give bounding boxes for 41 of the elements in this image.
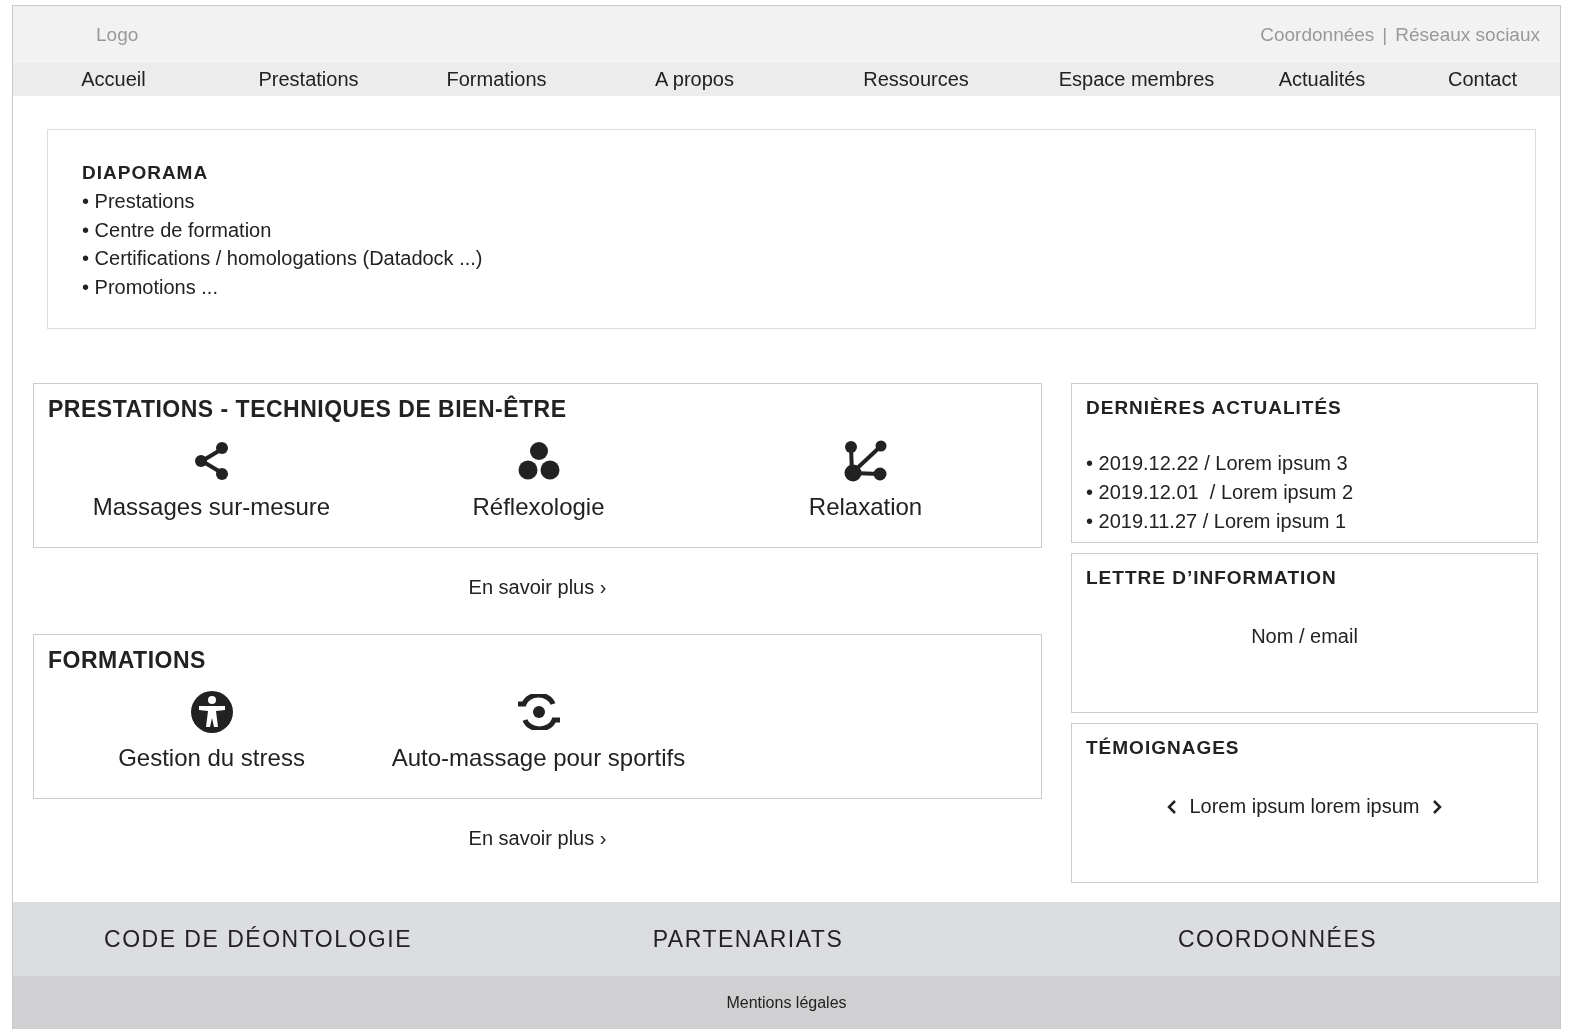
slideshow-item: • Centre de formation bbox=[82, 217, 273, 243]
news-item[interactable]: • 2019.11.27 / Lorem ipsum 1 bbox=[1086, 507, 1523, 536]
slideshow-title: DIAPORAMA bbox=[82, 162, 210, 184]
nav-link[interactable]: Ressources bbox=[863, 68, 969, 91]
footer-link[interactable]: PARTENARIATS bbox=[652, 925, 844, 953]
news-item[interactable]: • 2019.12.22 / Lorem ipsum 3 bbox=[1086, 449, 1523, 478]
nav-link[interactable]: Prestations bbox=[258, 68, 359, 91]
chevron-left-icon[interactable] bbox=[1167, 798, 1178, 815]
three-dots-icon bbox=[516, 441, 561, 481]
slideshow-item: • Certifications / homologations (Datadock ...) bbox=[82, 246, 484, 271]
footer-link[interactable]: COORDONNÉES bbox=[1177, 925, 1378, 953]
service-label: Gestion du stress bbox=[118, 744, 305, 772]
news-item[interactable]: • 2019.12.01 / Lorem ipsum 2 bbox=[1086, 478, 1523, 507]
panel-title: DERNIÈRES ACTUALITÉS bbox=[1086, 397, 1343, 419]
email-input-field[interactable]: Nom / email bbox=[1184, 625, 1425, 648]
slideshow-item: • Prestations bbox=[82, 189, 196, 214]
section-title: PRESTATIONS - TECHNIQUES DE BIEN-ÊTRE bbox=[48, 396, 568, 423]
read-more-link[interactable]: En savoir plus › bbox=[468, 799, 607, 885]
service-label: Massages sur-mesure bbox=[92, 493, 331, 521]
nav-link[interactable]: Accueil bbox=[81, 68, 146, 91]
service-label: Auto-massage pour sportifs bbox=[391, 744, 686, 772]
chevron-right-icon[interactable] bbox=[1431, 798, 1442, 815]
node-graph-icon bbox=[842, 439, 889, 483]
legal-link[interactable]: Mentions légales bbox=[726, 993, 847, 1012]
link-separator: | bbox=[1382, 23, 1388, 46]
nav-link[interactable]: Actualités bbox=[1278, 68, 1366, 91]
footer-link[interactable]: CODE DE DÉONTOLOGIE bbox=[104, 925, 412, 953]
service-label: Relaxation bbox=[808, 493, 923, 521]
sync-eye-icon bbox=[515, 694, 562, 730]
nav-link[interactable]: Formations bbox=[446, 68, 547, 91]
nav-link[interactable]: Contact bbox=[1448, 68, 1517, 91]
panel-title: TÉMOIGNAGES bbox=[1086, 737, 1241, 759]
nav-link[interactable]: Espace membres bbox=[1058, 68, 1215, 91]
service-label: Réflexologie bbox=[472, 493, 605, 521]
panel-title: LETTRE D’INFORMATION bbox=[1086, 567, 1338, 589]
slideshow-item: • Promotions ... bbox=[82, 274, 219, 300]
section-title: FORMATIONS bbox=[48, 647, 207, 674]
read-more-link[interactable]: En savoir plus › bbox=[468, 548, 607, 634]
nav-link[interactable]: A propos bbox=[655, 68, 734, 91]
testimonial-quote: Lorem ipsum lorem ipsum bbox=[1189, 795, 1420, 818]
accessibility-icon bbox=[189, 690, 234, 734]
